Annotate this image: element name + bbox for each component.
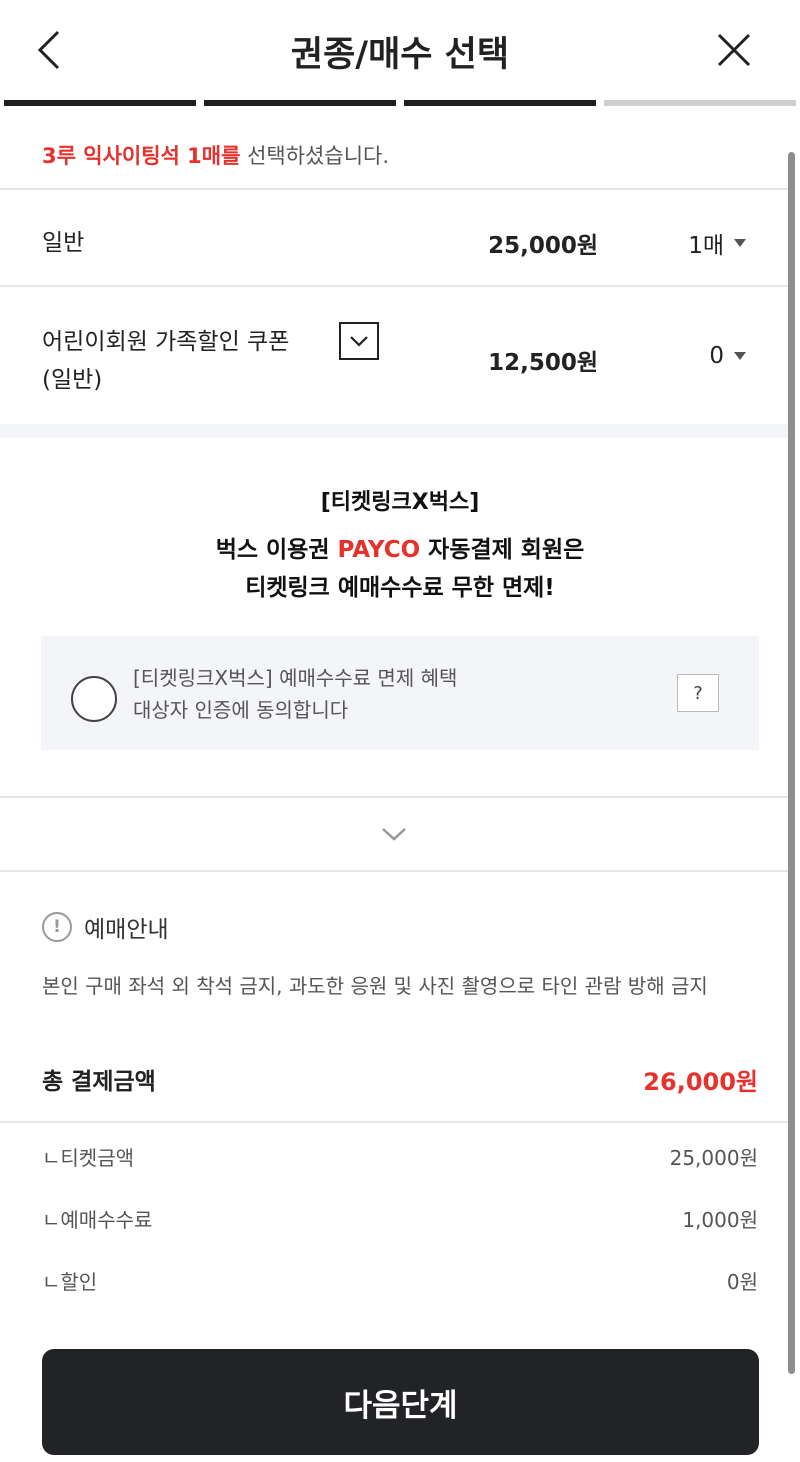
- close-icon[interactable]: [712, 28, 756, 72]
- quantity-value: 0: [709, 343, 724, 369]
- consent-text: [티켓링크X벅스] 예매수수료 면제 혜택 대상자 인증에 동의합니다: [133, 662, 457, 726]
- help-button[interactable]: ?: [677, 674, 719, 712]
- quantity-select-coupon[interactable]: 0: [709, 343, 746, 369]
- breakdown-label: ㄴ할인: [42, 1270, 98, 1294]
- chevron-down-icon: [382, 828, 406, 841]
- breakdown-value: 25,000원: [669, 1146, 758, 1170]
- promo-line2: 벅스 이용권 PAYCO 자동결제 회원은: [0, 530, 800, 564]
- quantity-select-general[interactable]: 1매: [688, 226, 746, 260]
- quantity-value: 1매: [688, 233, 724, 259]
- section-gap: [0, 424, 788, 438]
- divider: [0, 870, 788, 872]
- promo-text: 벅스 이용권: [215, 537, 330, 563]
- ticket-name: 일반: [42, 230, 85, 256]
- promo-line3: 티켓링크 예매수수료 무한 면제!: [245, 575, 555, 601]
- breakdown-value: 0원: [726, 1270, 758, 1294]
- header: 권종/매수 선택: [0, 0, 800, 100]
- ticket-price: 25,000원: [488, 233, 598, 259]
- step-1: [4, 100, 196, 106]
- coupon-expand-button[interactable]: [339, 322, 379, 360]
- step-2: [204, 100, 396, 106]
- payco-label: PAYCO: [337, 537, 421, 563]
- next-step-button[interactable]: 다음단계: [42, 1349, 759, 1455]
- expand-more-button[interactable]: [0, 798, 788, 870]
- selection-message: 3루 익사이팅석 1매를 선택하셨습니다.: [42, 140, 389, 170]
- ticket-name-line2: (일반): [42, 367, 103, 393]
- scrollbar[interactable]: [788, 152, 795, 1374]
- step-progress: [4, 100, 796, 108]
- caret-down-icon: [734, 352, 746, 360]
- caret-down-icon: [734, 239, 746, 247]
- ticket-row-coupon: 어린이회원 가족할인 쿠폰 (일반) 12,500원 0: [0, 287, 788, 424]
- selection-highlight: 3루 익사이팅석 1매를: [42, 144, 241, 168]
- total-label: 총 결제금액: [42, 1069, 156, 1095]
- info-icon: !: [42, 912, 72, 942]
- breakdown-value: 1,000원: [682, 1208, 758, 1232]
- breakdown-label: ㄴ예매수수료: [42, 1208, 153, 1232]
- notice-header: ! 예매안내: [42, 910, 169, 944]
- total-value: 26,000원: [643, 1068, 758, 1096]
- notice-title: 예매안내: [84, 917, 169, 943]
- chevron-down-icon: [350, 336, 368, 347]
- ticket-name-line1: 어린이회원 가족할인 쿠폰: [42, 329, 290, 355]
- step-3: [404, 100, 596, 106]
- promo-title: [티켓링크X벅스]: [320, 490, 480, 515]
- consent-line2: 대상자 인증에 동의합니다: [133, 698, 349, 722]
- consent-radio[interactable]: [71, 676, 117, 722]
- ticket-row-general: 일반 25,000원 1매: [0, 190, 788, 286]
- ticket-price: 12,500원: [488, 350, 598, 376]
- ticket-name: 어린이회원 가족할인 쿠폰 (일반): [42, 323, 289, 399]
- consent-box: [티켓링크X벅스] 예매수수료 면제 혜택 대상자 인증에 동의합니다 ?: [41, 636, 759, 750]
- promo-text: 자동결제 회원은: [428, 537, 585, 563]
- selection-suffix: 선택하셨습니다.: [247, 144, 390, 168]
- page-title: 권종/매수 선택: [290, 35, 510, 75]
- notice-body: 본인 구매 좌석 외 착석 금지, 과도한 응원 및 사진 촬영으로 타인 관람…: [42, 974, 708, 998]
- divider: [0, 1121, 788, 1123]
- consent-line1: [티켓링크X벅스] 예매수수료 면제 혜택: [133, 666, 458, 690]
- breakdown-label: ㄴ티켓금액: [42, 1146, 134, 1170]
- step-4: [604, 100, 796, 106]
